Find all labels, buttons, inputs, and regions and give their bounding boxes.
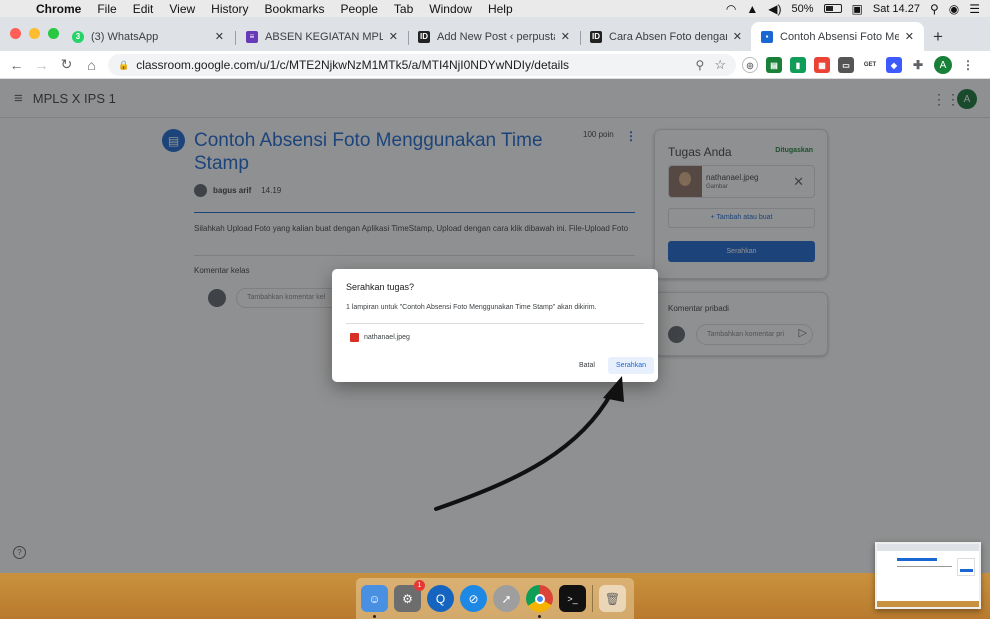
- grid-extension-icon[interactable]: ▦: [814, 57, 830, 73]
- profile-avatar[interactable]: A: [934, 56, 952, 74]
- close-icon[interactable]: ✕: [561, 30, 570, 43]
- display-icon[interactable]: ▣: [852, 2, 863, 16]
- tab-whatsapp[interactable]: 3 (3) WhatsApp ✕: [62, 22, 234, 51]
- eject-icon[interactable]: ▲: [746, 2, 758, 16]
- shield-extension-icon[interactable]: ◆: [886, 57, 902, 73]
- tab-title: Contoh Absensi Foto Mengg: [780, 30, 899, 43]
- submit-dialog: Serahkan tugas? 1 lampiran untuk "Contoh…: [332, 269, 658, 382]
- lock-icon[interactable]: 🔒: [118, 60, 129, 71]
- cancel-button[interactable]: Batal: [579, 362, 595, 369]
- puzzle-icon[interactable]: ✚: [910, 57, 926, 73]
- menu-window[interactable]: Window: [421, 2, 480, 16]
- dialog-attachment[interactable]: nathanael.jpeg: [350, 333, 410, 342]
- wifi-icon[interactable]: ◠: [726, 2, 736, 16]
- close-icon[interactable]: ✕: [733, 30, 742, 43]
- menu-app-name[interactable]: Chrome: [28, 2, 89, 16]
- launchpad-icon[interactable]: ➚: [493, 585, 520, 612]
- image-file-icon: [350, 333, 359, 342]
- menu-bookmarks[interactable]: Bookmarks: [257, 2, 333, 16]
- extensions-bar: ◎ ▤ ▮ ▦ ▭ GET ◆ ✚ A ⋮: [742, 56, 976, 74]
- dialog-file-name: nathanael.jpeg: [364, 334, 410, 341]
- site-icon: ID: [590, 30, 602, 43]
- screenshot-preview-thumbnail[interactable]: [875, 542, 981, 609]
- battery-icon[interactable]: [823, 4, 842, 13]
- quicktime-icon[interactable]: Q: [427, 585, 454, 612]
- chrome-icon[interactable]: [526, 585, 553, 618]
- macos-menu-bar: Chrome File Edit View History Bookmarks …: [0, 0, 990, 17]
- getcrx-extension-icon[interactable]: GET: [862, 57, 878, 73]
- classroom-icon: ▪: [761, 30, 773, 43]
- close-icon[interactable]: ✕: [215, 30, 224, 43]
- tab-absen-kegiatan[interactable]: ≡ ABSEN KEGIATAN MPLS 13 ✕: [236, 22, 408, 51]
- url-text[interactable]: classroom.google.com/u/1/c/MTE2NjkwNzM1M…: [136, 58, 569, 72]
- running-indicator: [538, 615, 541, 618]
- docs-extension-icon[interactable]: ▮: [790, 57, 806, 73]
- classroom-page: ≡ MPLS X IPS 1 ⋮⋮⋮ A ▤ Contoh Absensi Fo…: [0, 79, 990, 573]
- thumbnail-title-line: [897, 558, 937, 561]
- control-list-icon[interactable]: ☰: [969, 2, 980, 16]
- new-tab-button[interactable]: +: [933, 27, 943, 47]
- safari-icon[interactable]: ⊘: [460, 585, 487, 612]
- tab-cara-absen[interactable]: ID Cara Absen Foto dengan Tin ✕: [580, 22, 752, 51]
- back-icon[interactable]: ←: [4, 57, 29, 73]
- dialog-title: Serahkan tugas?: [346, 282, 415, 292]
- running-indicator: [373, 615, 376, 618]
- close-icon[interactable]: ✕: [389, 30, 398, 43]
- system-preferences-icon[interactable]: ⚙ 1: [394, 580, 425, 612]
- zoom-window-button[interactable]: [48, 28, 59, 39]
- menu-tab[interactable]: Tab: [386, 2, 421, 16]
- globe-extension-icon[interactable]: ◎: [742, 57, 758, 73]
- volume-icon[interactable]: ◀): [768, 2, 781, 16]
- more-menu-icon[interactable]: ⋮: [960, 57, 976, 73]
- notification-badge: 1: [414, 580, 425, 591]
- menu-help[interactable]: Help: [480, 2, 521, 16]
- sheets-extension-icon[interactable]: ▤: [766, 57, 782, 73]
- menu-edit[interactable]: Edit: [125, 2, 162, 16]
- thumbnail-card: [957, 558, 975, 576]
- menu-file[interactable]: File: [89, 2, 124, 16]
- home-icon[interactable]: ⌂: [79, 57, 104, 73]
- window-controls: [10, 28, 59, 39]
- dock-separator: [592, 585, 593, 612]
- reload-icon[interactable]: ↻: [54, 56, 79, 73]
- macos-dock: ☺ ⚙ 1 Q ⊘ ➚ >_ 🗑: [356, 578, 634, 619]
- bookmark-star-icon[interactable]: ☆: [714, 57, 726, 73]
- confirm-submit-button[interactable]: Serahkan: [608, 357, 654, 374]
- tab-add-new-post[interactable]: ID Add New Post ‹ perpustaka ✕: [408, 22, 580, 51]
- thumbnail-dock-strip: [877, 601, 979, 607]
- battery-percent[interactable]: 50%: [791, 3, 813, 15]
- tab-title: Add New Post ‹ perpustaka: [437, 30, 555, 43]
- google-forms-icon: ≡: [246, 30, 258, 43]
- finder-icon[interactable]: ☺: [361, 585, 388, 618]
- status-area: ◠ ▲ ◀) 50% ▣ Sat 14.27 ⚲ ◉ ☰: [726, 2, 990, 16]
- tab-strip: 3 (3) WhatsApp ✕ ≡ ABSEN KEGIATAN MPLS 1…: [0, 17, 990, 51]
- forward-icon[interactable]: →: [29, 57, 54, 73]
- menubar-clock[interactable]: Sat 14.27: [873, 3, 920, 15]
- tab-title: Cara Absen Foto dengan Tin: [609, 30, 727, 43]
- menu-history[interactable]: History: [203, 2, 256, 16]
- menu-view[interactable]: View: [161, 2, 203, 16]
- tab-title: (3) WhatsApp: [91, 30, 159, 43]
- thumbnail-tabbar: [877, 544, 979, 551]
- close-window-button[interactable]: [10, 28, 21, 39]
- whatsapp-icon: 3: [72, 30, 84, 43]
- spotlight-icon[interactable]: ⚲: [930, 2, 939, 16]
- menu-people[interactable]: People: [333, 2, 386, 16]
- dialog-body: 1 lampiran untuk "Contoh Absensi Foto Me…: [346, 304, 597, 311]
- thumbnail-text-line: [897, 566, 952, 567]
- trash-icon[interactable]: 🗑: [599, 585, 626, 612]
- minimize-window-button[interactable]: [29, 28, 40, 39]
- chat-extension-icon[interactable]: ▭: [838, 57, 854, 73]
- address-bar[interactable]: 🔒 classroom.google.com/u/1/c/MTE2NjkwNzM…: [108, 54, 736, 76]
- siri-icon[interactable]: ◉: [949, 2, 959, 16]
- site-icon: ID: [418, 30, 430, 43]
- close-icon[interactable]: ✕: [905, 30, 914, 43]
- browser-toolbar: ← → ↻ ⌂ 🔒 classroom.google.com/u/1/c/MTE…: [0, 51, 990, 79]
- search-icon[interactable]: ⚲: [696, 58, 705, 72]
- terminal-icon[interactable]: >_: [559, 585, 586, 612]
- dialog-divider: [346, 323, 644, 324]
- tab-title: ABSEN KEGIATAN MPLS 13: [265, 30, 383, 43]
- tab-contoh-absensi[interactable]: ▪ Contoh Absensi Foto Mengg ✕: [751, 22, 924, 51]
